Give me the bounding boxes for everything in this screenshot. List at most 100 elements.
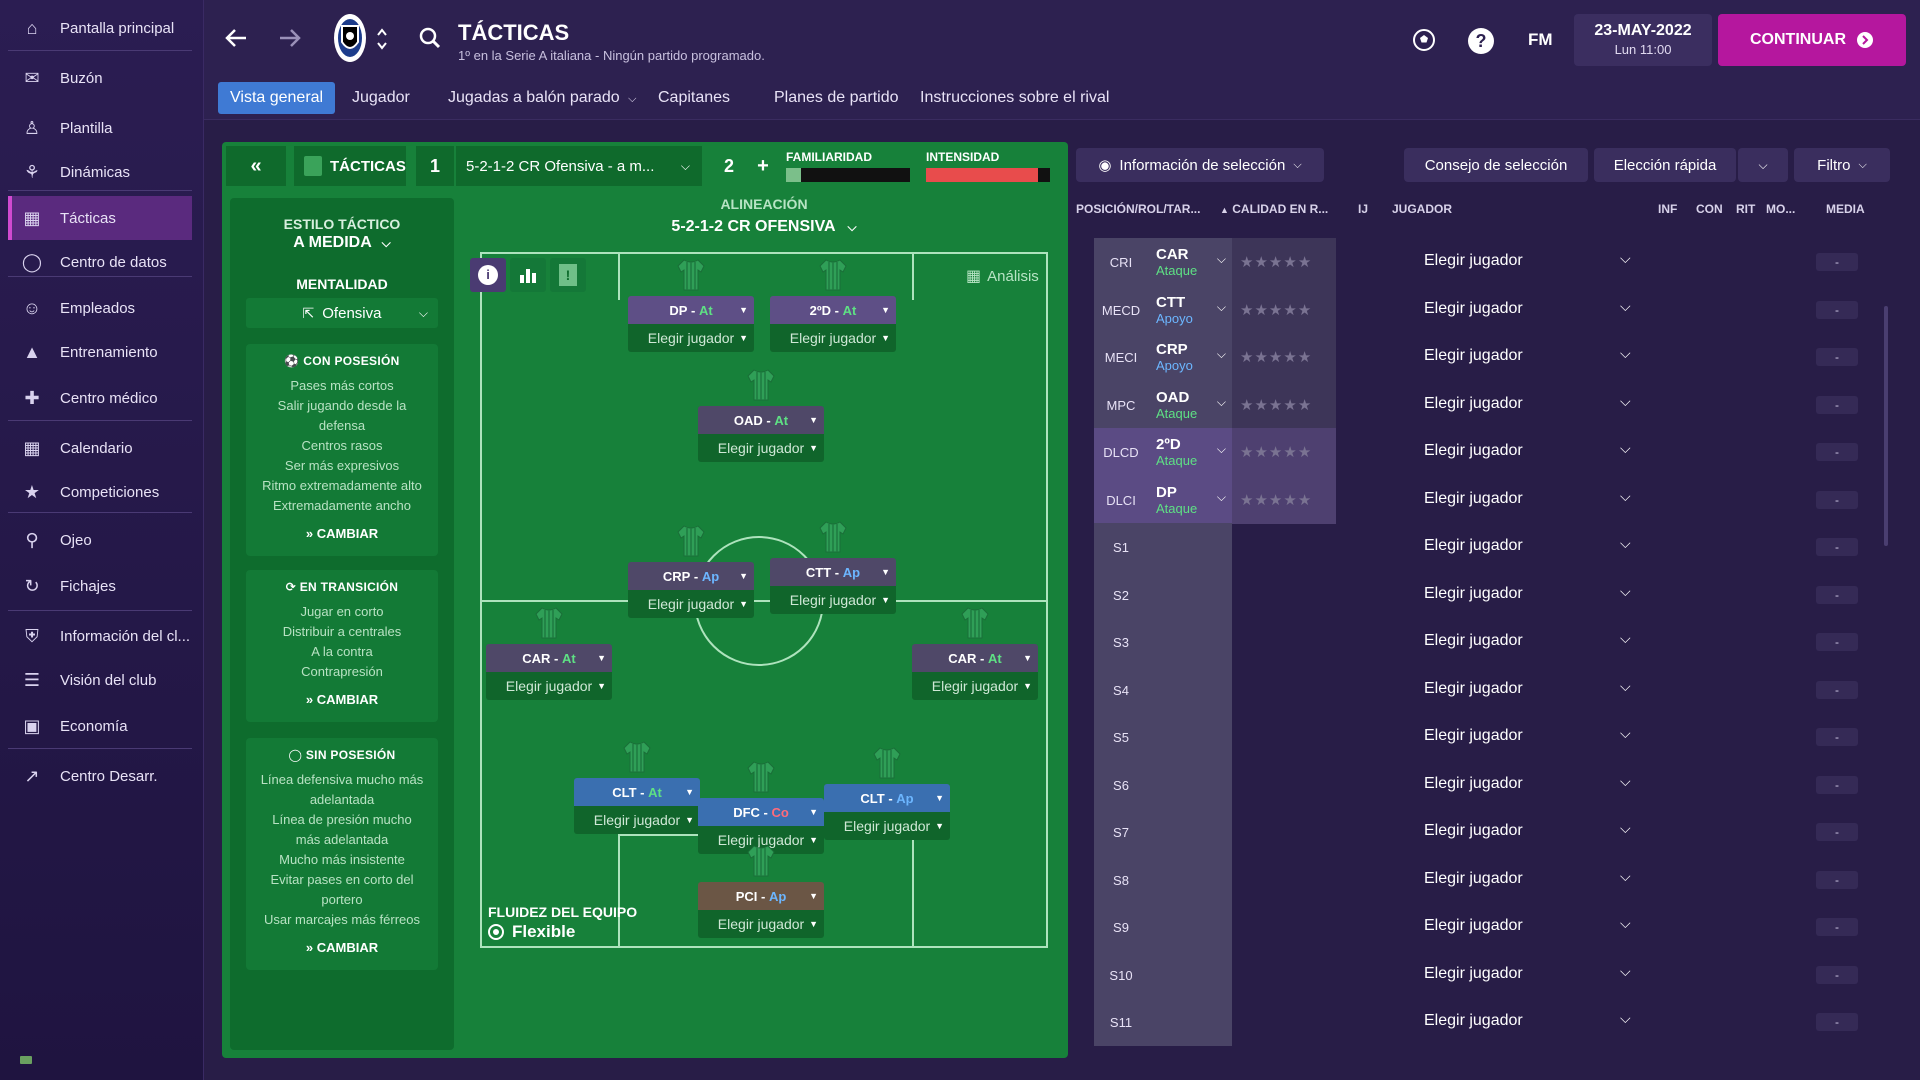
- eleccion-rapida-button[interactable]: Elección rápida: [1594, 148, 1736, 182]
- player-info-view-button[interactable]: i: [470, 258, 506, 292]
- elegir-jugador-dropdown[interactable]: Elegir jugador: [1424, 775, 1523, 793]
- table-row[interactable]: MECI CRP Apoyo ⌵ ★ ★ ★ ★ ★ Elegir jugador ⌵ -: [1094, 333, 1882, 381]
- role-dropdown[interactable]: CLT - Ap ▼: [824, 784, 950, 812]
- scrollbar[interactable]: [1884, 306, 1888, 546]
- elegir-jugador-dropdown[interactable]: Elegir jugador: [1424, 252, 1523, 270]
- pick-player-dropdown[interactable]: Elegir jugador ▼: [824, 812, 950, 840]
- fluidez-value[interactable]: Flexible: [488, 922, 575, 942]
- table-row[interactable]: S10 Elegir jugador ⌵ -: [1094, 951, 1882, 999]
- intensidad-bar[interactable]: [926, 168, 1050, 182]
- table-row[interactable]: S9 Elegir jugador ⌵ -: [1094, 903, 1882, 951]
- elegir-jugador-dropdown[interactable]: Elegir jugador: [1424, 632, 1523, 650]
- tab-planes-de-partido[interactable]: Planes de partido: [762, 82, 911, 114]
- tab-instrucciones-rival[interactable]: Instrucciones sobre el rival: [908, 82, 1121, 114]
- role-dropdown[interactable]: CTT - Ap ▼: [770, 558, 896, 586]
- table-row[interactable]: DLCD 2ºD Ataque ⌵ ★ ★ ★ ★ ★ Elegir jugador ⌵ -: [1094, 428, 1882, 476]
- table-row[interactable]: MECD CTT Apoyo ⌵ ★ ★ ★ ★ ★ Elegir jugador ⌵ -: [1094, 286, 1882, 334]
- elegir-jugador-dropdown[interactable]: Elegir jugador: [1424, 727, 1523, 745]
- elegir-jugador-dropdown[interactable]: Elegir jugador: [1424, 680, 1523, 698]
- help-button[interactable]: ?: [1468, 28, 1494, 54]
- elegir-jugador-dropdown[interactable]: Elegir jugador: [1424, 917, 1523, 935]
- elegir-jugador-dropdown[interactable]: Elegir jugador: [1424, 395, 1523, 413]
- table-row[interactable]: S7 Elegir jugador ⌵ -: [1094, 808, 1882, 856]
- role-dropdown[interactable]: CRP - Ap ▼: [628, 562, 754, 590]
- fm-menu-button[interactable]: FM: [1528, 30, 1553, 50]
- tactic-name-dropdown[interactable]: 5-2-1-2 CR Ofensiva - a m... ⌵: [456, 146, 702, 186]
- table-row[interactable]: S3 Elegir jugador ⌵ -: [1094, 618, 1882, 666]
- sidebar-item-centro-desarr[interactable]: ↗ Centro Desarr.: [8, 754, 192, 798]
- role-duty-dropdown[interactable]: OAD Ataque ⌵: [1148, 381, 1232, 429]
- role-dropdown[interactable]: DP - At ▼: [628, 296, 754, 324]
- sidebar-item-información-del-cl[interactable]: ⛨ Información del cl...: [8, 614, 192, 658]
- role-duty-dropdown[interactable]: DP Ataque ⌵: [1148, 476, 1232, 524]
- club-crest-button[interactable]: [332, 12, 390, 66]
- elegir-jugador-dropdown[interactable]: Elegir jugador: [1424, 1012, 1523, 1030]
- role-duty-dropdown[interactable]: CRP Apoyo ⌵: [1148, 333, 1232, 381]
- col-con[interactable]: CON: [1696, 202, 1723, 216]
- tab-capitanes[interactable]: Capitanes: [646, 82, 742, 114]
- table-row[interactable]: S11 Elegir jugador ⌵ -: [1094, 998, 1882, 1046]
- sidebar-item-entrenamiento[interactable]: ▲ Entrenamiento: [8, 330, 192, 374]
- role-dropdown[interactable]: OAD - At ▼: [698, 406, 824, 434]
- cambiar-sin-posesion-button[interactable]: » CAMBIAR: [246, 940, 438, 955]
- info-seleccion-dropdown[interactable]: ◉ Información de selección ⌵: [1076, 148, 1324, 182]
- mentalidad-dropdown[interactable]: ⇱ Ofensiva ⌵: [246, 298, 438, 328]
- formation-dropdown[interactable]: 5-2-1-2 CR OFENSIVA ⌵: [480, 218, 1048, 236]
- table-row[interactable]: S8 Elegir jugador ⌵ -: [1094, 856, 1882, 904]
- col-ij[interactable]: IJ: [1358, 202, 1368, 216]
- table-row[interactable]: CRI CAR Ataque ⌵ ★ ★ ★ ★ ★ Elegir jugador ⌵ -: [1094, 238, 1882, 286]
- role-duty-dropdown[interactable]: CAR Ataque ⌵: [1148, 238, 1232, 286]
- eleccion-rapida-dropdown[interactable]: ⌵: [1738, 148, 1788, 182]
- tab-jugadas-balon-parado[interactable]: Jugadas a balón parado ⌵: [436, 82, 649, 114]
- elegir-jugador-dropdown[interactable]: Elegir jugador: [1424, 965, 1523, 983]
- table-row[interactable]: S4 Elegir jugador ⌵ -: [1094, 666, 1882, 714]
- role-dropdown[interactable]: CLT - At ▼: [574, 778, 700, 806]
- familiaridad-bar[interactable]: [786, 168, 910, 182]
- table-row[interactable]: S5 Elegir jugador ⌵ -: [1094, 713, 1882, 761]
- pick-player-dropdown[interactable]: Elegir jugador ▼: [770, 324, 896, 352]
- continue-button[interactable]: CONTINUAR: [1718, 14, 1906, 66]
- role-dropdown[interactable]: PCI - Ap ▼: [698, 882, 824, 910]
- table-row[interactable]: S2 Elegir jugador ⌵ -: [1094, 571, 1882, 619]
- sidebar-item-fichajes[interactable]: ↻ Fichajes: [8, 564, 192, 608]
- elegir-jugador-dropdown[interactable]: Elegir jugador: [1424, 442, 1523, 460]
- tactic-slot-2[interactable]: 2: [710, 146, 748, 186]
- sidebar-item-dinámicas[interactable]: ⚘ Dinámicas: [8, 150, 192, 194]
- consejo-seleccion-button[interactable]: Consejo de selección: [1404, 148, 1588, 182]
- sidebar-item-centro-de-datos[interactable]: ◯ Centro de datos: [8, 240, 192, 284]
- filtro-dropdown[interactable]: Filtro ⌵: [1794, 148, 1890, 182]
- estilo-tactico-dropdown[interactable]: A MEDIDA ⌵: [230, 234, 454, 252]
- collapse-button[interactable]: «: [226, 146, 286, 186]
- sidebar-item-centro-médico[interactable]: ✚ Centro médico: [8, 376, 192, 420]
- col-calidad[interactable]: ▲ CALIDAD EN R...: [1220, 202, 1328, 216]
- elegir-jugador-dropdown[interactable]: Elegir jugador: [1424, 870, 1523, 888]
- role-duty-dropdown[interactable]: CTT Apoyo ⌵: [1148, 286, 1232, 334]
- pick-player-dropdown[interactable]: Elegir jugador ▼: [574, 806, 700, 834]
- soccer-ball-button[interactable]: [1412, 28, 1436, 57]
- pick-player-dropdown[interactable]: Elegir jugador ▼: [628, 324, 754, 352]
- sidebar-item-ojeo[interactable]: ⚲ Ojeo: [8, 518, 192, 562]
- table-row[interactable]: S6 Elegir jugador ⌵ -: [1094, 761, 1882, 809]
- elegir-jugador-dropdown[interactable]: Elegir jugador: [1424, 490, 1523, 508]
- role-dropdown[interactable]: DFC - Co ▼: [698, 798, 824, 826]
- back-button[interactable]: [220, 22, 252, 54]
- sidebar-item-empleados[interactable]: ☺ Empleados: [8, 286, 192, 330]
- sidebar-item-competiciones[interactable]: ★ Competiciones: [8, 470, 192, 514]
- pick-player-dropdown[interactable]: Elegir jugador ▼: [912, 672, 1038, 700]
- elegir-jugador-dropdown[interactable]: Elegir jugador: [1424, 347, 1523, 365]
- elegir-jugador-dropdown[interactable]: Elegir jugador: [1424, 300, 1523, 318]
- sidebar-item-pantalla-principal[interactable]: ⌂ Pantalla principal: [8, 6, 192, 50]
- pick-player-dropdown[interactable]: Elegir jugador ▼: [770, 586, 896, 614]
- sidebar-item-plantilla[interactable]: ♙ Plantilla: [8, 106, 192, 150]
- pick-player-dropdown[interactable]: Elegir jugador ▼: [628, 590, 754, 618]
- elegir-jugador-dropdown[interactable]: Elegir jugador: [1424, 537, 1523, 555]
- sidebar-item-economía[interactable]: ▣ Economía: [8, 704, 192, 748]
- sidebar-item-visión-del-club[interactable]: ☰ Visión del club: [8, 658, 192, 702]
- alert-view-button[interactable]: !: [550, 258, 586, 292]
- forward-button[interactable]: [274, 22, 306, 54]
- cambiar-con-posesion-button[interactable]: » CAMBIAR: [246, 526, 438, 541]
- sidebar-item-calendario[interactable]: ▦ Calendario: [8, 426, 192, 470]
- tab-jugador[interactable]: Jugador: [340, 82, 422, 114]
- role-dropdown[interactable]: CAR - At ▼: [486, 644, 612, 672]
- tactic-slot-1[interactable]: 1: [416, 146, 454, 186]
